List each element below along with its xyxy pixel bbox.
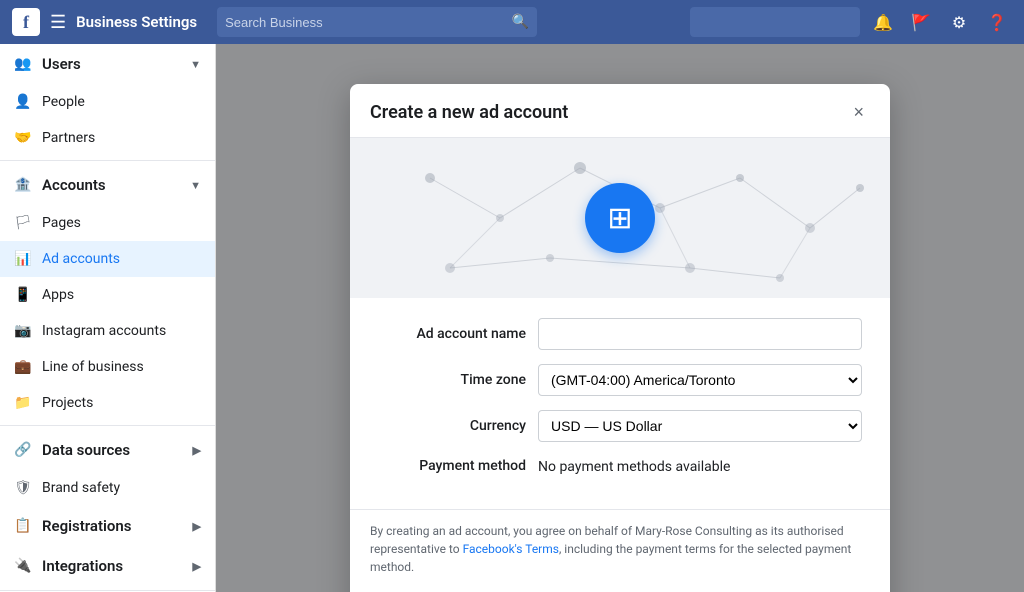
topbar-account-selector[interactable]: [690, 7, 860, 37]
accounts-icon: 🏦: [14, 176, 32, 194]
modal-overlay: Create a new ad account ×: [216, 44, 1024, 592]
currency-row: Currency USD — US Dollar: [378, 410, 862, 442]
partners-icon: 🤝: [14, 129, 32, 147]
content-area: Create a new ad account ×: [216, 44, 1024, 592]
integrations-chevron-icon: ▶: [193, 560, 201, 573]
registrations-label: Registrations: [42, 517, 183, 535]
sidebar-item-line-of-business[interactable]: 💼 Line of business: [0, 349, 215, 385]
divider-2: [0, 425, 215, 426]
instagram-icon: 📷: [14, 322, 32, 340]
users-icon: 👥: [14, 55, 32, 73]
accounts-group-label: Accounts: [42, 176, 180, 194]
modal-icon-circle: ⊞: [585, 183, 655, 253]
time-zone-select[interactable]: (GMT-04:00) America/Toronto: [538, 364, 862, 396]
projects-label: Projects: [42, 395, 201, 411]
integrations-label: Integrations: [42, 557, 183, 575]
integrations-icon: 🔌: [14, 557, 32, 575]
topbar: f ☰ Business Settings 🔍 🔔 🚩 ⚙ ❓: [0, 0, 1024, 44]
time-zone-row: Time zone (GMT-04:00) America/Toronto: [378, 364, 862, 396]
menu-icon[interactable]: ☰: [50, 12, 66, 33]
divider-1: [0, 160, 215, 161]
line-of-business-label: Line of business: [42, 359, 201, 375]
ad-accounts-label: Ad accounts: [42, 251, 201, 267]
divider-3: [0, 590, 215, 591]
line-of-business-icon: 💼: [14, 358, 32, 376]
sidebar-item-brand-safety[interactable]: 🛡 Brand safety: [0, 470, 215, 506]
sidebar-group-users[interactable]: 👥 Users ▼: [0, 44, 215, 84]
accounts-chevron-icon: ▼: [190, 179, 201, 192]
flag-icon[interactable]: 🚩: [906, 7, 936, 37]
time-zone-label: Time zone: [378, 372, 538, 388]
modal-close-button[interactable]: ×: [847, 100, 870, 125]
settings-icon[interactable]: ⚙: [944, 7, 974, 37]
users-group-label: Users: [42, 55, 180, 73]
modal-header: Create a new ad account ×: [350, 84, 890, 138]
modal-body: Ad account name Time zone (GMT-04:00) Am…: [350, 298, 890, 509]
time-zone-control: (GMT-04:00) America/Toronto: [538, 364, 862, 396]
search-input[interactable]: [225, 15, 512, 30]
search-box[interactable]: 🔍: [217, 7, 537, 37]
data-sources-chevron-icon: ▶: [193, 444, 201, 457]
facebook-terms-link[interactable]: Facebook's Terms: [463, 542, 559, 556]
payment-method-control: No payment methods available: [538, 456, 862, 475]
search-icon: 🔍: [512, 14, 529, 30]
users-chevron-icon: ▼: [190, 58, 201, 71]
sidebar-item-pages[interactable]: 🏳 Pages: [0, 205, 215, 241]
sidebar-item-projects[interactable]: 📁 Projects: [0, 385, 215, 421]
person-icon: 👤: [14, 93, 32, 111]
sidebar-item-instagram[interactable]: 📷 Instagram accounts: [0, 313, 215, 349]
modal-image-area: ⊞: [350, 138, 890, 298]
data-sources-icon: 🔗: [14, 441, 32, 459]
apps-icon: 📱: [14, 286, 32, 304]
main-layout: 👥 Users ▼ 👤 People 🤝 Partners 🏦 Accounts…: [0, 44, 1024, 592]
payment-method-label: Payment method: [378, 458, 538, 474]
apps-label: Apps: [42, 287, 201, 303]
topbar-right: 🔔 🚩 ⚙ ❓: [690, 7, 1012, 37]
projects-icon: 📁: [14, 394, 32, 412]
sidebar-group-accounts[interactable]: 🏦 Accounts ▼: [0, 165, 215, 205]
ad-account-name-label: Ad account name: [378, 326, 538, 342]
brand-safety-label: Brand safety: [42, 480, 201, 496]
pages-label: Pages: [42, 215, 201, 231]
sidebar-item-apps[interactable]: 📱 Apps: [0, 277, 215, 313]
fb-logo: f: [12, 8, 40, 36]
sidebar-item-ad-accounts[interactable]: 📊 Ad accounts: [0, 241, 215, 277]
instagram-label: Instagram accounts: [42, 323, 201, 339]
partners-label: Partners: [42, 130, 201, 146]
payment-method-text: No payment methods available: [538, 459, 730, 475]
sidebar-group-registrations[interactable]: 📋 Registrations ▶: [0, 506, 215, 546]
help-icon[interactable]: ❓: [982, 7, 1012, 37]
sidebar-item-people[interactable]: 👤 People: [0, 84, 215, 120]
people-label: People: [42, 94, 201, 110]
registrations-chevron-icon: ▶: [193, 520, 201, 533]
currency-control: USD — US Dollar: [538, 410, 862, 442]
ad-account-name-input[interactable]: [538, 318, 862, 350]
sidebar: 👥 Users ▼ 👤 People 🤝 Partners 🏦 Accounts…: [0, 44, 216, 592]
modal-footer-note: By creating an ad account, you agree on …: [350, 509, 890, 592]
sidebar-group-integrations[interactable]: 🔌 Integrations ▶: [0, 546, 215, 586]
fb-logo-letter: f: [23, 12, 29, 33]
ad-icon: ⊞: [607, 201, 632, 236]
notifications-icon[interactable]: 🔔: [868, 7, 898, 37]
currency-label: Currency: [378, 418, 538, 434]
payment-method-row: Payment method No payment methods availa…: [378, 456, 862, 475]
ad-accounts-icon: 📊: [14, 250, 32, 268]
pages-icon: 🏳: [14, 214, 32, 232]
topbar-title: Business Settings: [76, 13, 197, 31]
data-sources-label: Data sources: [42, 441, 183, 459]
sidebar-group-data-sources[interactable]: 🔗 Data sources ▶: [0, 430, 215, 470]
ad-account-name-row: Ad account name: [378, 318, 862, 350]
brand-safety-icon: 🛡: [14, 479, 32, 497]
modal-title: Create a new ad account: [370, 102, 568, 123]
currency-select[interactable]: USD — US Dollar: [538, 410, 862, 442]
registrations-icon: 📋: [14, 517, 32, 535]
sidebar-item-partners[interactable]: 🤝 Partners: [0, 120, 215, 156]
create-ad-account-modal: Create a new ad account ×: [350, 84, 890, 592]
ad-account-name-control: [538, 318, 862, 350]
